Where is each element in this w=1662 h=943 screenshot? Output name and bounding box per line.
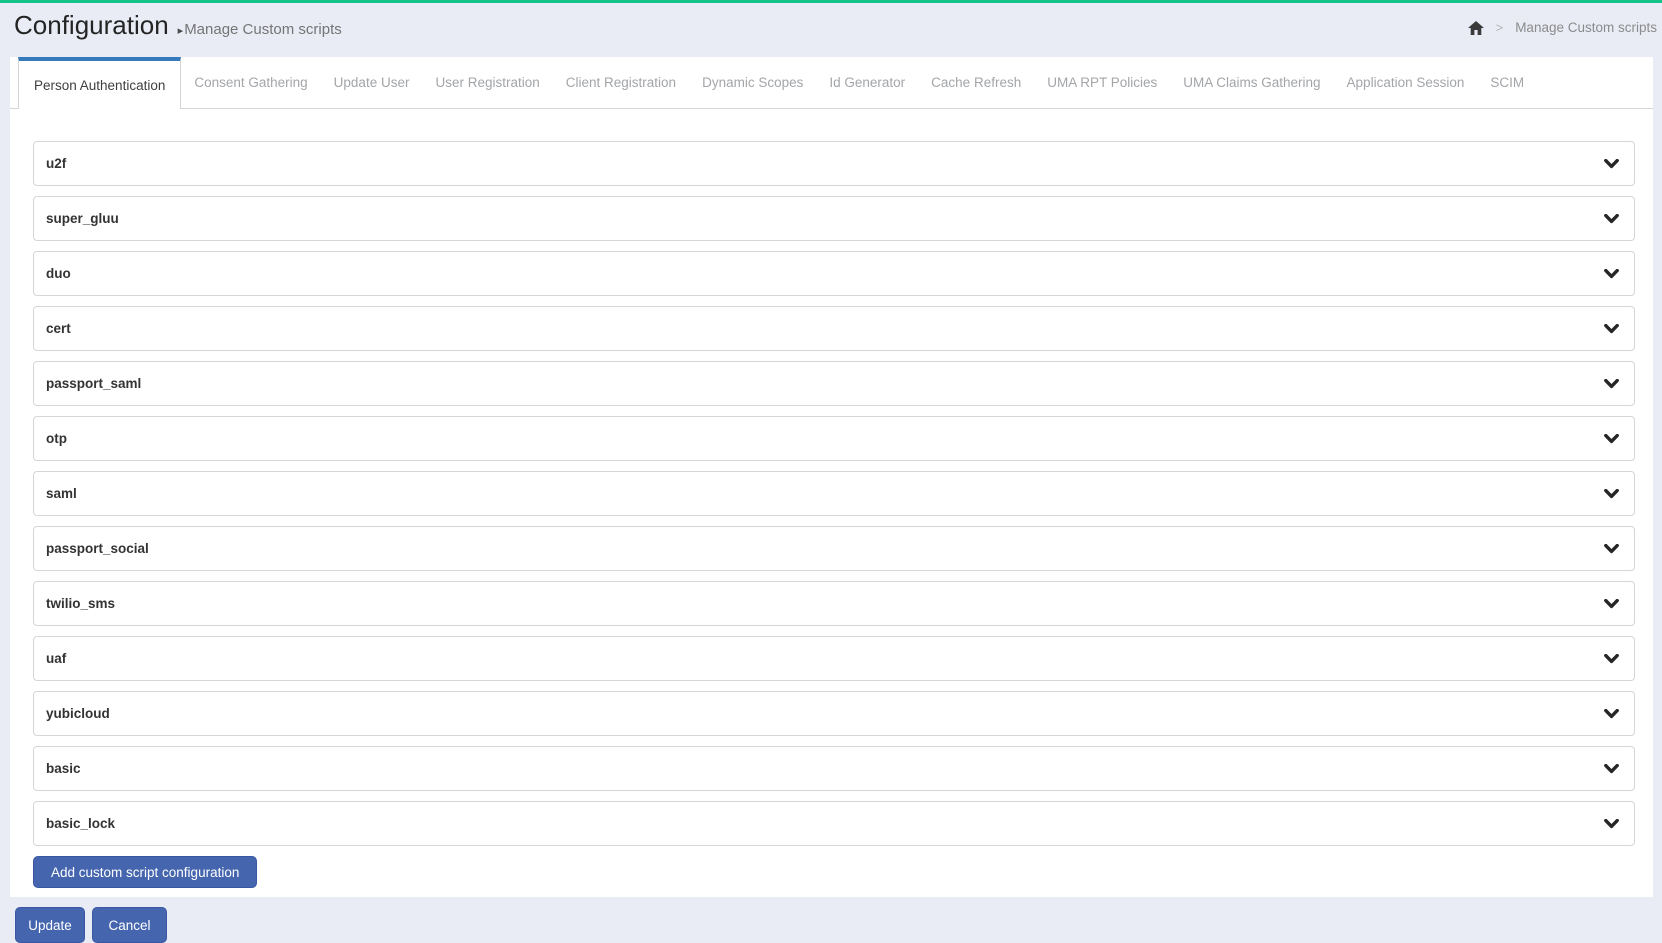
page-title: Configuration <box>14 10 169 40</box>
panel-title: basic <box>46 761 81 776</box>
accordion-panel-super-gluu[interactable]: super_gluu <box>33 196 1635 241</box>
chevron-down-icon[interactable] <box>1604 158 1619 169</box>
chevron-down-icon[interactable] <box>1604 818 1619 829</box>
accordion-panel-otp[interactable]: otp <box>33 416 1635 461</box>
accordion-panel-saml[interactable]: saml <box>33 471 1635 516</box>
panel-title: otp <box>46 431 67 446</box>
accordion-panel-passport-social[interactable]: passport_social <box>33 526 1635 571</box>
panel-title: saml <box>46 486 77 501</box>
panel-title: duo <box>46 266 71 281</box>
tab-application-session[interactable]: Application Session <box>1334 57 1478 108</box>
tab-dynamic-scopes[interactable]: Dynamic Scopes <box>689 57 816 108</box>
content-sheet: Person Authentication Consent Gathering … <box>10 57 1653 897</box>
tab-user-registration[interactable]: User Registration <box>422 57 552 108</box>
tab-uma-claims-gathering[interactable]: UMA Claims Gathering <box>1170 57 1333 108</box>
breadcrumb-arrow-icon: ▸ <box>177 25 184 37</box>
page-header: Configuration ▸Manage Custom scripts <box>14 10 342 41</box>
chevron-down-icon[interactable] <box>1604 653 1619 664</box>
accordion-panel-twilio-sms[interactable]: twilio_sms <box>33 581 1635 626</box>
chevron-down-icon[interactable] <box>1604 268 1619 279</box>
chevron-down-icon[interactable] <box>1604 323 1619 334</box>
accordion-panel-yubicloud[interactable]: yubicloud <box>33 691 1635 736</box>
accordion-list: u2f super_gluu duo cert passport_saml ot… <box>10 109 1653 888</box>
tab-id-generator[interactable]: Id Generator <box>816 57 918 108</box>
accordion-panel-u2f[interactable]: u2f <box>33 141 1635 186</box>
tab-bar: Person Authentication Consent Gathering … <box>10 57 1653 109</box>
tab-cache-refresh[interactable]: Cache Refresh <box>918 57 1034 108</box>
panel-title: uaf <box>46 651 67 666</box>
chevron-down-icon[interactable] <box>1604 378 1619 389</box>
chevron-down-icon[interactable] <box>1604 433 1619 444</box>
breadcrumb-current: Manage Custom scripts <box>1515 20 1657 35</box>
breadcrumb-separator: > <box>1495 20 1504 35</box>
panel-title: u2f <box>46 156 67 171</box>
page-subtitle: ▸Manage Custom scripts <box>178 21 342 38</box>
home-icon[interactable] <box>1467 20 1484 35</box>
panel-title: passport_saml <box>46 376 142 391</box>
tab-client-registration[interactable]: Client Registration <box>553 57 689 108</box>
accordion-panel-uaf[interactable]: uaf <box>33 636 1635 681</box>
panel-title: basic_lock <box>46 816 116 831</box>
page-subtitle-label: Manage Custom scripts <box>184 21 342 38</box>
chevron-down-icon[interactable] <box>1604 708 1619 719</box>
accordion-panel-basic[interactable]: basic <box>33 746 1635 791</box>
accordion-panel-passport-saml[interactable]: passport_saml <box>33 361 1635 406</box>
panel-title: super_gluu <box>46 211 119 226</box>
chevron-down-icon[interactable] <box>1604 598 1619 609</box>
tab-scim[interactable]: SCIM <box>1477 57 1537 108</box>
tab-consent-gathering[interactable]: Consent Gathering <box>181 57 320 108</box>
panel-title: passport_social <box>46 541 149 556</box>
accordion-panel-cert[interactable]: cert <box>33 306 1635 351</box>
tab-person-authentication[interactable]: Person Authentication <box>18 57 182 109</box>
tab-uma-rpt-policies[interactable]: UMA RPT Policies <box>1034 57 1170 108</box>
accordion-panel-basic-lock[interactable]: basic_lock <box>33 801 1635 846</box>
chevron-down-icon[interactable] <box>1604 763 1619 774</box>
panel-title: yubicloud <box>46 706 110 721</box>
breadcrumb: > Manage Custom scripts <box>1467 20 1657 35</box>
chevron-down-icon[interactable] <box>1604 488 1619 499</box>
chevron-down-icon[interactable] <box>1604 543 1619 554</box>
chevron-down-icon[interactable] <box>1604 213 1619 224</box>
panel-title: cert <box>46 321 71 336</box>
add-custom-script-button[interactable]: Add custom script configuration <box>33 856 258 888</box>
panel-title: twilio_sms <box>46 596 116 611</box>
top-accent-bar <box>0 0 1662 3</box>
tab-update-user[interactable]: Update User <box>321 57 423 108</box>
accordion-panel-duo[interactable]: duo <box>33 251 1635 296</box>
